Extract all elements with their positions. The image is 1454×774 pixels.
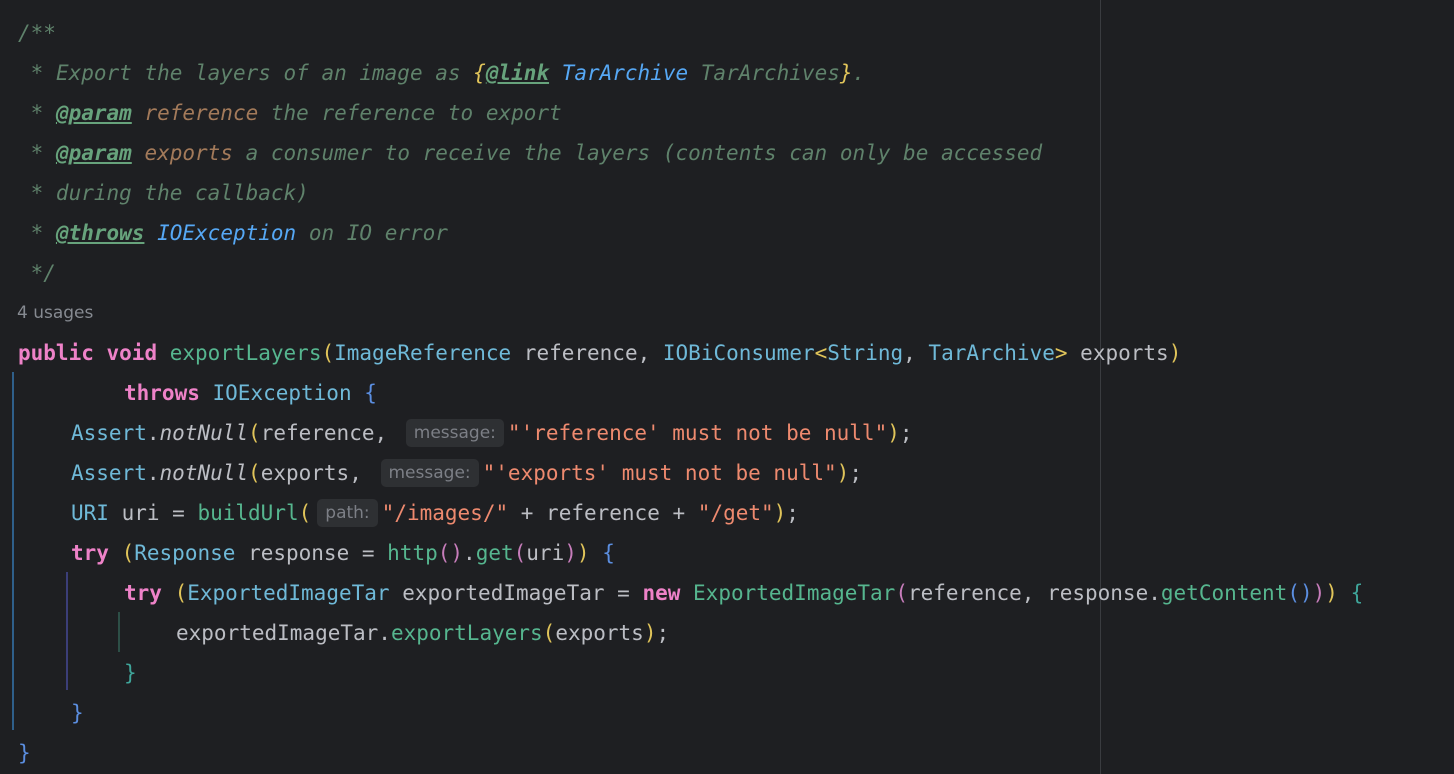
parameter-hint-path: path: (317, 499, 378, 527)
try-response-line: try (Response response = http().get(uri)… (71, 541, 615, 565)
doc-comment-line-1: * Export the layers of an image as {@lin… (18, 61, 866, 85)
export-layers-call-line: exportedImageTar.exportLayers(exports); (176, 621, 670, 645)
indent-guide-try-inner (118, 612, 120, 652)
doc-comment-open: /** (18, 21, 56, 45)
close-brace-outer: } (71, 701, 84, 725)
link-tag[interactable]: @link (486, 61, 549, 85)
indent-guide-method (12, 372, 14, 730)
link-class[interactable]: TarArchive (562, 61, 688, 85)
doc-comment-param-1: * @param reference the reference to expo… (18, 101, 562, 125)
parameter-hint-message: message: (405, 419, 504, 447)
doc-comment-throws: * @throws IOException on IO error (18, 221, 448, 245)
close-brace-method: } (18, 741, 31, 765)
right-margin-guide (1100, 0, 1101, 774)
method-signature: public void exportLayers(ImageReference … (18, 341, 1182, 365)
assert-reference-line: Assert.notNull(reference, message: "'refe… (71, 419, 913, 447)
doc-comment-line-5: * during the callback) (18, 181, 309, 205)
doc-comment-close: */ (18, 261, 56, 285)
assert-exports-line: Assert.notNull(exports, message: "'export… (71, 459, 862, 487)
try-exported-tar-line: try (ExportedImageTar exportedImageTar =… (124, 581, 1364, 605)
close-brace-inner: } (124, 661, 137, 685)
method-name[interactable]: exportLayers (170, 341, 322, 365)
usages-hint[interactable]: 4 usages (17, 293, 93, 333)
parameter-hint-message: message: (380, 459, 479, 487)
doc-comment-param-2: * @param exports a consumer to receive t… (18, 141, 1043, 165)
code-editor[interactable]: /** * Export the layers of an image as {… (0, 0, 1454, 774)
indent-guide-try-outer (66, 572, 68, 690)
throws-clause: throws IOException { (124, 381, 377, 405)
uri-declaration-line: URI uri = buildUrl(path: "/images/" + ref… (71, 499, 799, 527)
